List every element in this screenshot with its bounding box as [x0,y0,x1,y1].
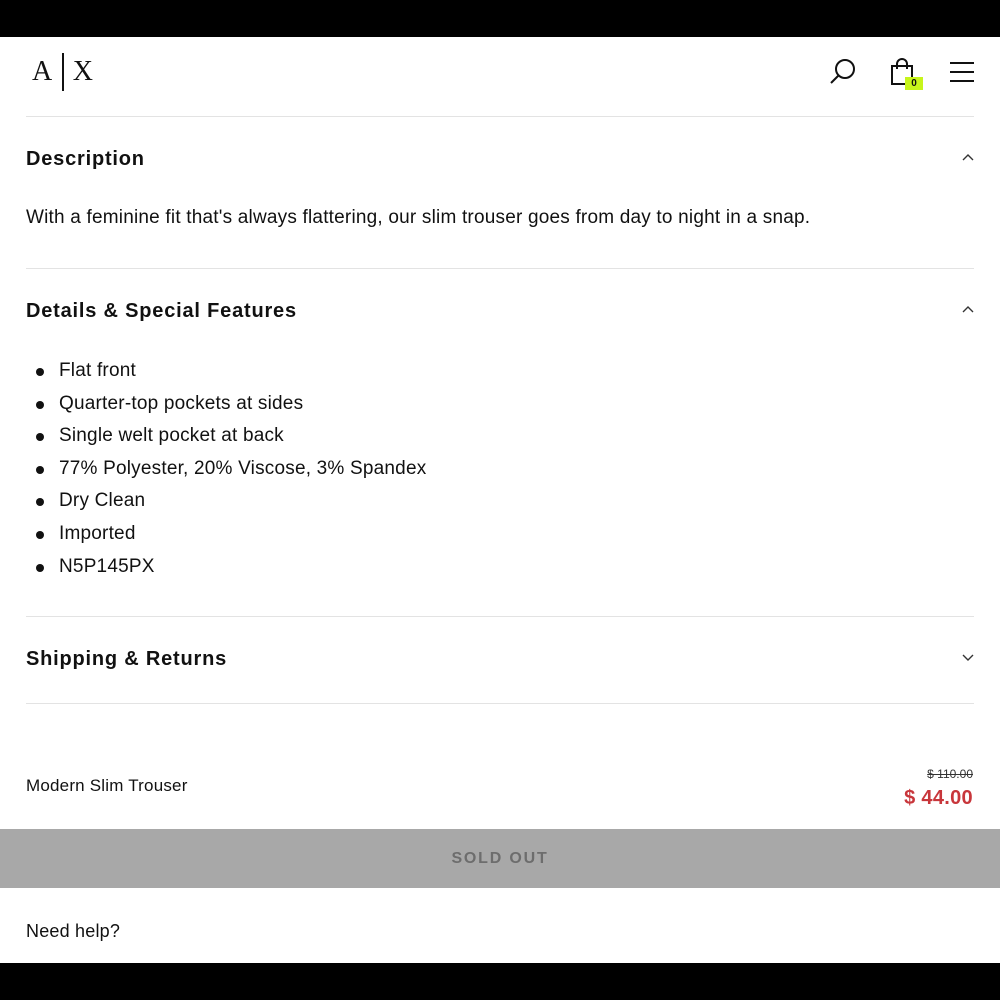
chevron-up-icon[interactable] [960,153,976,163]
list-item: N5P145PX [26,553,426,586]
header: A X 0 [0,37,1000,116]
shipping-header[interactable]: Shipping & Returns [26,648,227,671]
sale-price: $ 44.00 [904,787,973,809]
description-text: With a feminine fit that's always flatte… [26,207,811,228]
list-item: Quarter-top pockets at sides [26,390,426,423]
details-header[interactable]: Details & Special Features [26,300,297,323]
logo-letter-a: A [32,56,53,87]
original-price: $ 110.00 [927,767,973,781]
need-help-link[interactable]: Need help? [26,921,120,942]
list-item: Flat front [26,357,426,390]
product-page: A X 0 Description With a feminine fit th… [0,37,1000,963]
divider [26,268,974,269]
logo-divider [62,53,64,91]
logo-letter-x: X [72,56,93,87]
search-icon[interactable] [828,57,858,87]
chevron-up-icon[interactable] [960,305,976,315]
list-item: 77% Polyester, 20% Viscose, 3% Spandex [26,455,426,488]
brand-logo[interactable]: A X [32,53,93,91]
sold-out-button[interactable]: SOLD OUT [0,829,1000,888]
divider [26,616,974,617]
divider [26,703,974,704]
cart-count-badge: 0 [905,77,923,90]
chevron-down-icon[interactable] [960,652,976,662]
list-item: Dry Clean [26,487,426,520]
list-item: Imported [26,520,426,553]
description-header[interactable]: Description [26,148,145,171]
list-item: Single welt pocket at back [26,422,426,455]
feature-list: Flat front Quarter-top pockets at sides … [26,357,426,585]
divider [26,116,974,117]
hamburger-menu-icon[interactable] [948,57,978,87]
product-name: Modern Slim Trouser [26,776,188,795]
